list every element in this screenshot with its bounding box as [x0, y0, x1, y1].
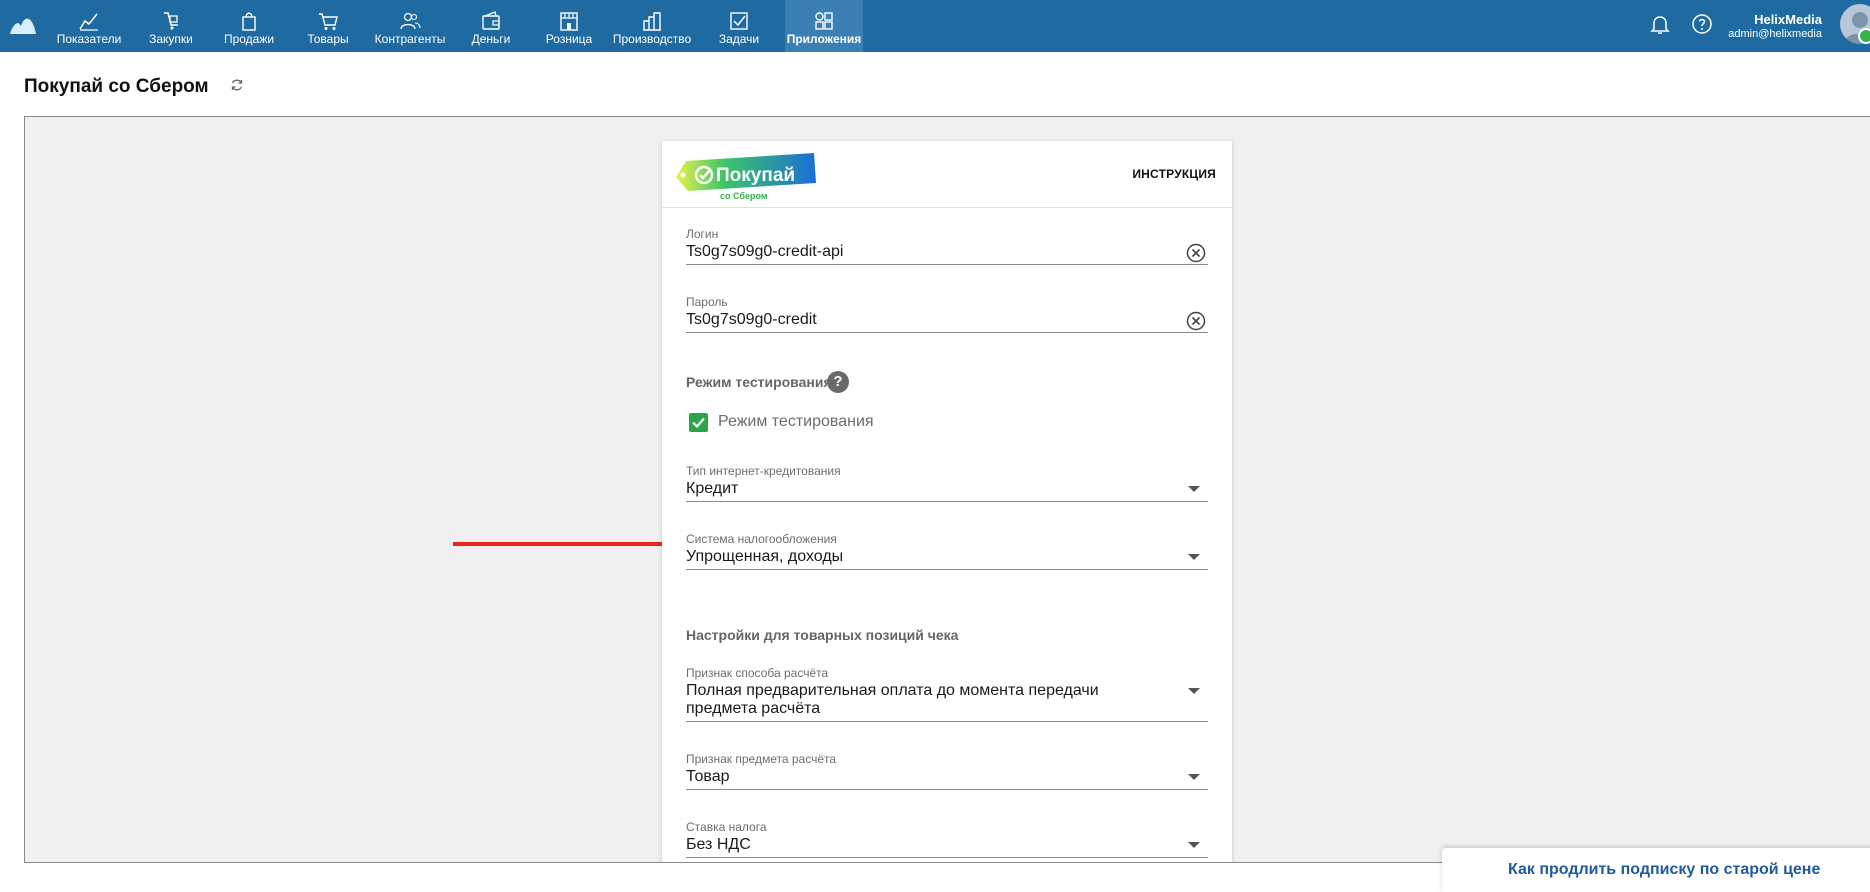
chevron-down-icon[interactable] — [1188, 554, 1200, 560]
nav-label: Розница — [545, 32, 593, 46]
factory-icon — [643, 12, 661, 31]
promo-link[interactable]: Как продлить подписку по старой цене — [1508, 861, 1820, 879]
cart-icon — [319, 13, 338, 30]
top-navigation: Показатели Закупки Продажи Товары Контра… — [0, 0, 1870, 52]
tax-rate-label: Ставка налога — [686, 820, 767, 834]
wallet-icon — [482, 11, 500, 30]
chevron-down-icon[interactable] — [1188, 688, 1200, 694]
tax-rate-select[interactable]: Ставка налога Без НДС — [686, 820, 1208, 858]
nav-label: Продажи — [223, 32, 275, 46]
nav-item-money[interactable]: Деньги — [458, 0, 524, 52]
chart-line-icon — [79, 13, 98, 31]
store-icon — [560, 12, 578, 31]
password-field[interactable]: Пароль Ts0g7s09g0-credit — [686, 295, 1208, 333]
chevron-down-icon[interactable] — [1188, 842, 1200, 848]
nav-label: Закупки — [149, 32, 193, 46]
nav-item-apps[interactable]: Приложения — [785, 0, 863, 52]
nav-label: Показатели — [56, 32, 122, 46]
payment-object-label: Признак предмета расчёта — [686, 752, 837, 766]
nav-item-products[interactable]: Товары — [294, 0, 362, 52]
payment-method-value-line1: Полная предварительная оплата до момента… — [686, 682, 1099, 699]
users-icon — [400, 12, 421, 30]
test-mode-checkbox[interactable] — [689, 413, 708, 432]
refresh-icon[interactable] — [230, 78, 244, 92]
tax-rate-value: Без НДС — [686, 836, 751, 853]
nav-label: Задачи — [718, 32, 760, 46]
user-email: admin@helixmedia — [1728, 28, 1822, 40]
nav-label: Товары — [307, 32, 349, 46]
password-value[interactable]: Ts0g7s09g0-credit — [686, 311, 817, 329]
test-mode-checkbox-label[interactable]: Режим тестирования — [718, 413, 874, 431]
user-name[interactable]: HelixMedia — [1754, 12, 1822, 27]
payment-method-value-line2: предмета расчёта — [686, 700, 821, 717]
instruction-link[interactable]: ИНСТРУКЦИЯ — [1132, 167, 1216, 181]
login-label: Логин — [686, 227, 719, 241]
status-badge — [1858, 28, 1870, 44]
nav-item-tasks[interactable]: Задачи — [706, 0, 772, 52]
nav-item-purchases[interactable]: Закупки — [138, 0, 204, 52]
credit-type-select[interactable]: Тип интернет-кредитования Кредит — [686, 464, 1208, 502]
payment-method-select[interactable]: Признак способа расчёта Полная предварит… — [686, 666, 1208, 722]
password-label: Пароль — [686, 295, 728, 309]
clear-icon[interactable] — [1186, 311, 1206, 331]
tax-system-value: Упрощенная, доходы — [686, 548, 844, 565]
login-value[interactable]: Ts0g7s09g0-credit-api — [686, 243, 843, 261]
chevron-down-icon[interactable] — [1188, 774, 1200, 780]
nav-label: Деньги — [471, 32, 511, 46]
divider — [662, 207, 1232, 208]
app-logo[interactable] — [8, 12, 38, 38]
payment-object-value: Товар — [686, 768, 730, 785]
brand-logo-subtext: со Сбером — [720, 191, 768, 201]
credit-type-label: Тип интернет-кредитования — [686, 464, 841, 478]
question-icon[interactable]: ? — [827, 371, 849, 393]
brand-logo-text: Покупай — [716, 165, 795, 186]
nav-item-indicators[interactable]: Показатели — [52, 0, 126, 52]
nav-label: Контрагенты — [374, 32, 446, 46]
receipt-settings-title: Настройки для товарных позиций чека — [686, 627, 959, 643]
nav-item-contractors[interactable]: Контрагенты — [370, 0, 450, 52]
nav-label: Приложения — [786, 32, 862, 46]
test-mode-title: Режим тестирования — [686, 374, 832, 390]
checkbox-icon — [730, 12, 748, 30]
tax-system-label: Система налогообложения — [686, 532, 837, 546]
promo-banner[interactable]: Как продлить подписку по старой цене — [1442, 848, 1870, 892]
nav-label: Производство — [612, 32, 692, 46]
chevron-down-icon[interactable] — [1188, 486, 1200, 492]
brand-logo: Покупай со Сбером — [676, 153, 816, 201]
clear-icon[interactable] — [1186, 243, 1206, 263]
hand-cart-icon — [164, 12, 178, 30]
tax-system-select[interactable]: Система налогообложения Упрощенная, дохо… — [686, 532, 1208, 570]
app-frame: Покупай со Сбером ИНСТРУКЦИЯ Логин Ts0g7… — [24, 116, 1870, 863]
checkmark-icon — [692, 417, 705, 429]
page-title: Покупай со Сбером — [24, 76, 209, 97]
nav-item-retail[interactable]: Розница — [536, 0, 602, 52]
apps-grid-icon — [815, 12, 833, 30]
shopping-bag-icon — [242, 12, 256, 31]
nav-item-production[interactable]: Производство — [612, 0, 692, 52]
settings-card: Покупай со Сбером ИНСТРУКЦИЯ Логин Ts0g7… — [662, 141, 1232, 862]
help-icon[interactable] — [1690, 12, 1714, 36]
payment-method-label: Признак способа расчёта — [686, 666, 829, 680]
bell-icon[interactable] — [1648, 12, 1672, 36]
login-field[interactable]: Логин Ts0g7s09g0-credit-api — [686, 227, 1208, 265]
credit-type-value: Кредит — [686, 480, 739, 497]
nav-item-sales[interactable]: Продажи — [216, 0, 282, 52]
payment-object-select[interactable]: Признак предмета расчёта Товар — [686, 752, 1208, 790]
